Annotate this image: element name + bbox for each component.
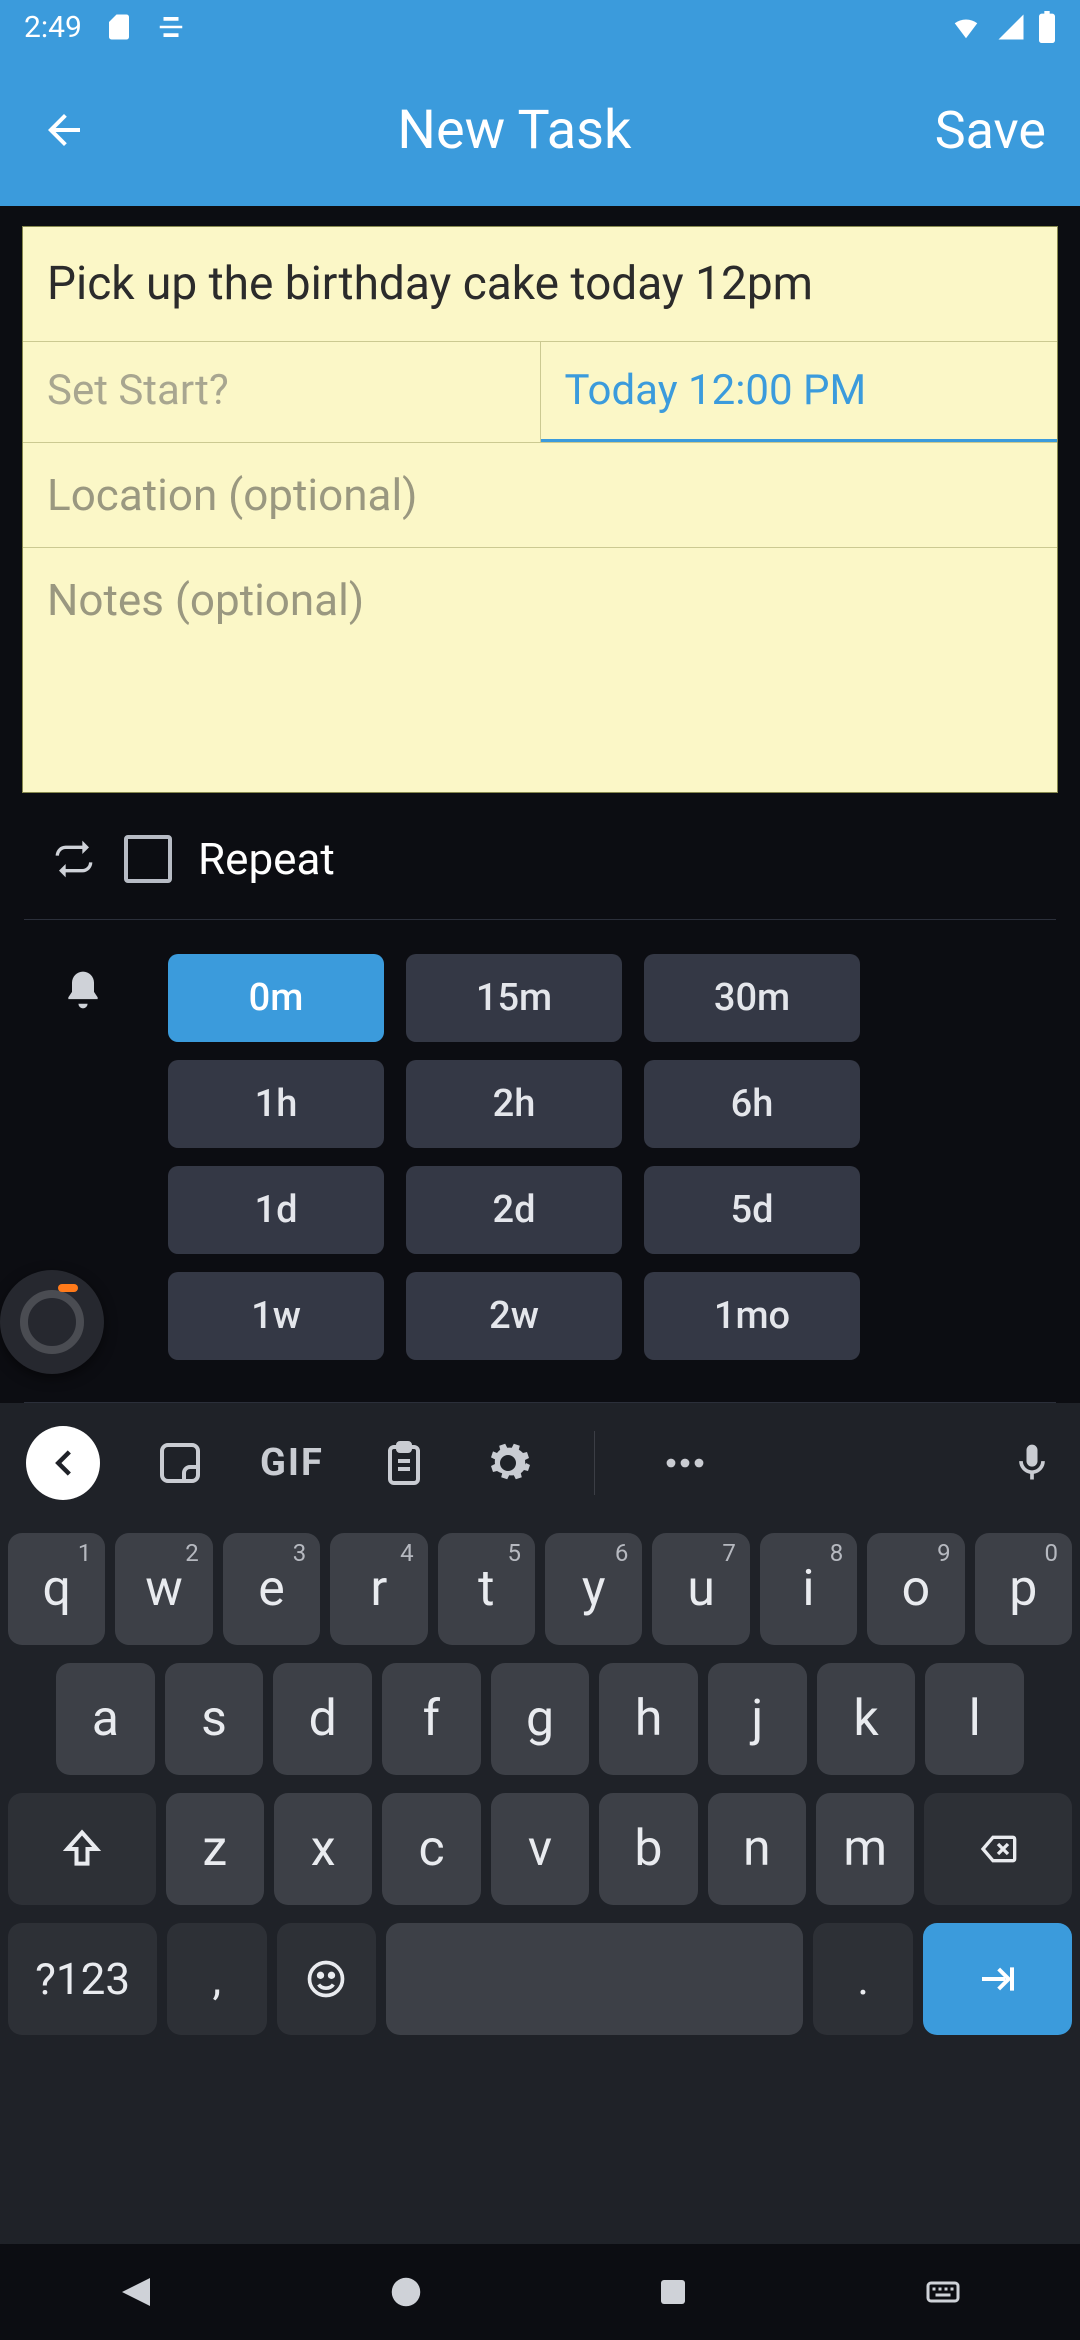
key-q[interactable]: q1 <box>8 1533 105 1645</box>
nav-recent-icon[interactable] <box>655 2274 691 2310</box>
key-b[interactable]: b <box>599 1793 697 1905</box>
emoji-icon <box>304 1957 348 2001</box>
reminder-chip-1d[interactable]: 1d <box>168 1166 384 1254</box>
wifi-icon <box>948 12 984 42</box>
nav-keyboard-switch-icon[interactable] <box>921 2274 965 2310</box>
key-g[interactable]: g <box>491 1663 590 1775</box>
more-icon[interactable] <box>657 1439 713 1487</box>
key-j[interactable]: j <box>708 1663 807 1775</box>
shift-icon <box>60 1827 104 1871</box>
tab-next-icon <box>971 1959 1023 1999</box>
reminder-chip-0m[interactable]: 0m <box>168 954 384 1042</box>
key-shift[interactable] <box>8 1793 156 1905</box>
notes-input[interactable] <box>23 548 1057 788</box>
key-r[interactable]: r4 <box>330 1533 427 1645</box>
key-a[interactable]: a <box>56 1663 155 1775</box>
sd-card-icon <box>104 12 134 42</box>
repeat-icon <box>54 839 94 879</box>
repeat-checkbox[interactable] <box>124 835 172 883</box>
backspace-icon <box>972 1829 1024 1869</box>
key-tab-next[interactable] <box>923 1923 1072 2035</box>
key-x[interactable]: x <box>274 1793 372 1905</box>
key-m[interactable]: m <box>816 1793 914 1905</box>
battery-icon <box>1038 11 1056 43</box>
key-k[interactable]: k <box>817 1663 916 1775</box>
chevron-left-icon <box>44 1444 82 1482</box>
key-i[interactable]: i8 <box>760 1533 857 1645</box>
start-time-field[interactable]: Set Start? <box>23 342 541 442</box>
arrow-left-icon <box>40 106 88 154</box>
reminder-chip-1mo[interactable]: 1mo <box>644 1272 860 1360</box>
reminder-section: 0m15m30m 1h2h6h 1d2d5d 1w2w1mo <box>24 920 1056 1403</box>
key-o[interactable]: o9 <box>867 1533 964 1645</box>
gear-icon[interactable] <box>484 1439 532 1487</box>
key-c[interactable]: c <box>382 1793 480 1905</box>
key-p[interactable]: p0 <box>975 1533 1072 1645</box>
key-t[interactable]: t5 <box>438 1533 535 1645</box>
key-comma[interactable]: , <box>167 1923 266 2035</box>
key-period[interactable]: . <box>813 1923 912 2035</box>
nav-home-icon[interactable] <box>387 2273 425 2311</box>
keyboard-collapse-button[interactable] <box>26 1426 100 1500</box>
status-bar: 2:49 <box>0 0 1080 54</box>
reminder-chip-5d[interactable]: 5d <box>644 1166 860 1254</box>
mic-icon[interactable] <box>1010 1437 1054 1489</box>
cell-signal-icon <box>996 12 1026 42</box>
nav-back-icon[interactable] <box>115 2271 157 2313</box>
sticker-icon[interactable] <box>156 1439 204 1487</box>
key-z[interactable]: z <box>166 1793 264 1905</box>
system-nav-bar <box>0 2244 1080 2340</box>
status-time: 2:49 <box>24 10 82 45</box>
task-card: Set Start? Today 12:00 PM <box>22 226 1058 793</box>
key-s[interactable]: s <box>165 1663 264 1775</box>
key-d[interactable]: d <box>273 1663 372 1775</box>
key-w[interactable]: w2 <box>115 1533 212 1645</box>
reminder-chip-30m[interactable]: 30m <box>644 954 860 1042</box>
gif-button[interactable]: GIF <box>260 1441 324 1485</box>
reminder-chip-2d[interactable]: 2d <box>406 1166 622 1254</box>
location-input[interactable] <box>23 443 1057 547</box>
key-v[interactable]: v <box>491 1793 589 1905</box>
due-time-field[interactable]: Today 12:00 PM <box>541 342 1058 442</box>
reminder-chip-2h[interactable]: 2h <box>406 1060 622 1148</box>
key-space[interactable] <box>386 1923 804 2035</box>
repeat-row: Repeat <box>24 793 1056 920</box>
page-title: New Task <box>397 99 631 162</box>
clipboard-icon[interactable] <box>380 1439 428 1487</box>
app-bar: New Task Save <box>0 54 1080 206</box>
key-u[interactable]: u7 <box>652 1533 749 1645</box>
back-button[interactable] <box>34 100 94 160</box>
reminder-chip-2w[interactable]: 2w <box>406 1272 622 1360</box>
key-e[interactable]: e3 <box>223 1533 320 1645</box>
reminder-chip-6h[interactable]: 6h <box>644 1060 860 1148</box>
key-y[interactable]: y6 <box>545 1533 642 1645</box>
key-backspace[interactable] <box>924 1793 1072 1905</box>
bell-icon <box>61 968 105 1012</box>
keyboard: GIF q1w2e3r4t5y6u7i8o9p0 asdfghjkl zxcvb… <box>0 1403 1080 2244</box>
repeat-label: Repeat <box>198 833 335 885</box>
task-title-input[interactable] <box>23 227 1057 341</box>
reminder-chip-1h[interactable]: 1h <box>168 1060 384 1148</box>
key-symbols[interactable]: ?123 <box>8 1923 157 2035</box>
loading-indicator <box>0 1270 104 1374</box>
key-l[interactable]: l <box>925 1663 1024 1775</box>
key-n[interactable]: n <box>708 1793 806 1905</box>
save-button[interactable]: Save <box>935 100 1046 161</box>
key-f[interactable]: f <box>382 1663 481 1775</box>
repeat-toggle[interactable]: Repeat <box>124 833 335 885</box>
strikethrough-icon <box>156 12 186 42</box>
key-h[interactable]: h <box>599 1663 698 1775</box>
reminder-chip-1w[interactable]: 1w <box>168 1272 384 1360</box>
reminder-chip-15m[interactable]: 15m <box>406 954 622 1042</box>
key-emoji[interactable] <box>277 1923 376 2035</box>
